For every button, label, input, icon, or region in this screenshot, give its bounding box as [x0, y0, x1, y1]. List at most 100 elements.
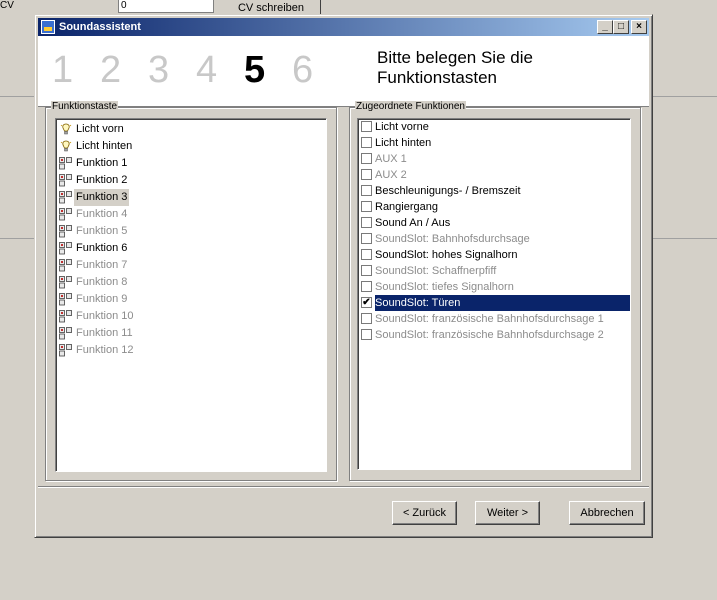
dialog-titlebar[interactable]: Soundassistent _ □ × [38, 18, 649, 36]
checkbox[interactable] [361, 201, 372, 212]
function-key-group: Funktionstaste Licht vorn Licht hinten Fun… [45, 101, 337, 481]
function-key-label: Funktion 7 [76, 259, 128, 271]
assigned-function-item[interactable]: AUX 1 [358, 151, 630, 167]
assigned-function-item[interactable]: SoundSlot: tiefes Signalhorn [358, 279, 630, 295]
function-key-label: Funktion 5 [76, 225, 128, 237]
step-1: 1 [52, 49, 74, 91]
minimize-icon: _ [602, 21, 608, 32]
function-key-item[interactable]: Funktion 3 [56, 189, 326, 206]
assigned-function-item[interactable]: SoundSlot: französische Bahnhofsdurchsag… [358, 327, 630, 343]
step-indicator: 123456 [52, 46, 340, 94]
wizard-heading-line2: Funktionstasten [377, 68, 498, 87]
assigned-function-item[interactable]: Licht vorne [358, 119, 630, 135]
background-divider [651, 96, 717, 97]
maximize-button[interactable]: □ [613, 20, 629, 34]
function-key-item[interactable]: Licht hinten [56, 138, 326, 155]
minimize-button[interactable]: _ [597, 20, 613, 34]
assigned-function-item[interactable]: Beschleunigungs- / Bremszeit [358, 183, 630, 199]
function-key-list[interactable]: Licht vorn Licht hinten Funktion 1 Funktion… [55, 118, 327, 472]
assigned-function-label: Rangiergang [375, 201, 438, 213]
cv-label: CV [0, 0, 14, 11]
background-divider [0, 238, 34, 239]
checkbox[interactable] [361, 169, 372, 180]
maximize-icon: □ [617, 21, 625, 32]
checkbox[interactable] [361, 249, 372, 260]
bulb-icon [59, 123, 73, 136]
checkbox[interactable] [361, 329, 372, 340]
function-key-label: Funktion 6 [76, 242, 128, 254]
assigned-functions-group-label: Zugeordnete Funktionen [355, 101, 466, 113]
function-key-label: Funktion 9 [76, 293, 128, 305]
assigned-function-item[interactable]: SoundSlot: französische Bahnhofsdurchsag… [358, 311, 630, 327]
assigned-function-item[interactable]: Rangiergang [358, 199, 630, 215]
function-key-item[interactable]: Funktion 7 [56, 257, 326, 274]
function-key-label: Funktion 12 [76, 344, 134, 356]
function-key-label: Licht hinten [76, 140, 133, 152]
checkbox[interactable] [361, 233, 372, 244]
assigned-functions-list[interactable]: Licht vorne Licht hinten AUX 1 AUX 2 Beschle… [357, 118, 631, 470]
function-key-item[interactable]: Funktion 9 [56, 291, 326, 308]
assigned-function-item[interactable]: SoundSlot: Bahnhofsdurchsage [358, 231, 630, 247]
assigned-function-label: AUX 2 [375, 169, 407, 181]
function-key-label: Funktion 4 [76, 208, 128, 220]
checkbox[interactable] [361, 137, 372, 148]
checkbox[interactable] [361, 217, 372, 228]
bulb-icon [59, 140, 73, 153]
assigned-function-label: SoundSlot: Bahnhofsdurchsage [375, 233, 530, 245]
background-divider [0, 96, 34, 97]
back-button[interactable]: < Zurück [392, 501, 457, 525]
function-key-item[interactable]: Licht vorn [56, 121, 326, 138]
assigned-function-label: SoundSlot: hohes Signalhorn [375, 249, 518, 261]
checkbox-checked[interactable]: ✔ [361, 297, 372, 308]
assigned-functions-group: Zugeordnete Funktionen Licht vorne Licht … [349, 101, 641, 481]
assigned-function-label: Sound An / Aus [375, 217, 451, 229]
checkbox[interactable] [361, 153, 372, 164]
function-key-item[interactable]: Funktion 8 [56, 274, 326, 291]
assigned-function-item[interactable]: SoundSlot: Schaffnerpfiff [358, 263, 630, 279]
key-icon [59, 259, 73, 272]
assigned-function-item[interactable]: Licht hinten [358, 135, 630, 151]
background-divider [651, 238, 717, 239]
assigned-function-item[interactable]: AUX 2 [358, 167, 630, 183]
function-key-label: Licht vorn [76, 123, 124, 135]
cv-value-field[interactable]: 0 [118, 0, 214, 13]
assigned-function-label: SoundSlot: französische Bahnhofsdurchsag… [375, 313, 604, 325]
function-key-item[interactable]: Funktion 2 [56, 172, 326, 189]
function-key-item[interactable]: Funktion 1 [56, 155, 326, 172]
key-icon [59, 242, 73, 255]
function-key-label: Funktion 1 [76, 157, 128, 169]
step-2: 2 [100, 49, 122, 91]
step-3: 3 [148, 49, 170, 91]
cancel-button[interactable]: Abbrechen [569, 501, 645, 525]
assigned-function-label: SoundSlot: Türen [375, 295, 630, 311]
close-icon: × [636, 21, 642, 32]
function-key-item[interactable]: Funktion 11 [56, 325, 326, 342]
step-5: 5 [244, 49, 266, 91]
next-button[interactable]: Weiter > [475, 501, 540, 525]
assigned-function-item[interactable]: Sound An / Aus [358, 215, 630, 231]
function-key-item[interactable]: Funktion 5 [56, 223, 326, 240]
function-key-label: Funktion 8 [76, 276, 128, 288]
close-button[interactable]: × [631, 20, 647, 34]
assigned-function-label: SoundSlot: Schaffnerpfiff [375, 265, 497, 277]
function-key-label: Funktion 10 [76, 310, 134, 322]
function-key-item[interactable]: Funktion 12 [56, 342, 326, 359]
function-key-item[interactable]: Funktion 4 [56, 206, 326, 223]
function-key-label: Funktion 3 [74, 189, 130, 206]
checkbox[interactable] [361, 185, 372, 196]
assigned-function-item[interactable]: ✔ SoundSlot: Türen [358, 295, 630, 311]
checkbox[interactable] [361, 265, 372, 276]
assigned-function-label: Beschleunigungs- / Bremszeit [375, 185, 521, 197]
function-key-item[interactable]: Funktion 6 [56, 240, 326, 257]
function-key-item[interactable]: Funktion 10 [56, 308, 326, 325]
wizard-header: 123456 Bitte belegen Sie die Funktionsta… [38, 36, 649, 107]
key-icon [59, 174, 73, 187]
key-icon [59, 276, 73, 289]
function-key-group-label: Funktionstaste [51, 101, 119, 113]
wizard-heading-line1: Bitte belegen Sie die [377, 48, 533, 67]
checkbox[interactable] [361, 121, 372, 132]
assigned-function-item[interactable]: SoundSlot: hohes Signalhorn [358, 247, 630, 263]
key-icon [59, 157, 73, 170]
checkbox[interactable] [361, 313, 372, 324]
checkbox[interactable] [361, 281, 372, 292]
